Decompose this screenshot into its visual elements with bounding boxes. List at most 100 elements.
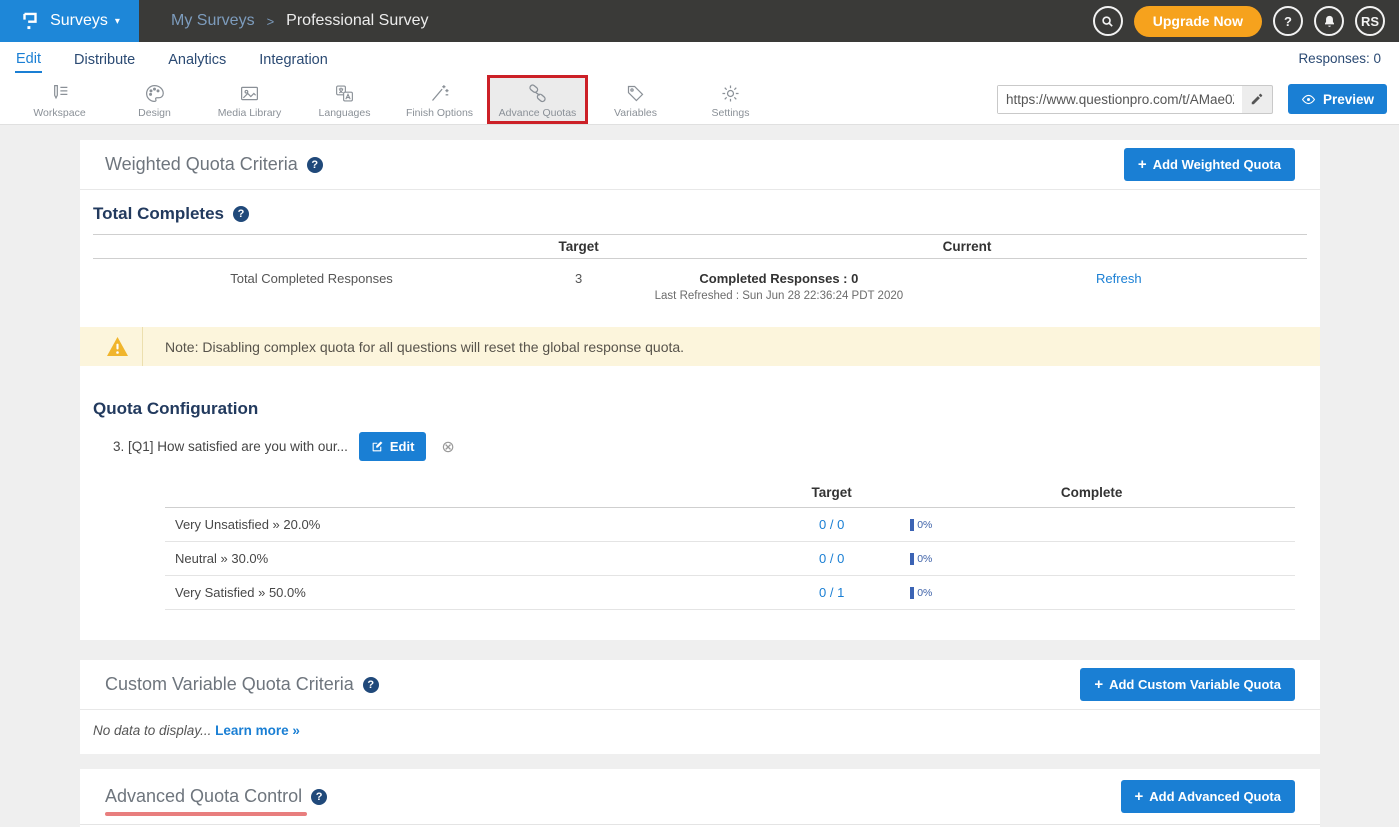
preview-label: Preview [1323, 92, 1374, 107]
weighted-quota-title: Weighted Quota Criteria [105, 154, 298, 175]
progress-percent: 0% [917, 519, 932, 531]
custom-variable-quota-card: Custom Variable Quota Criteria ? + Add C… [80, 660, 1320, 754]
tab-analytics[interactable]: Analytics [167, 46, 227, 72]
toolbar-label: Finish Options [406, 107, 473, 119]
quota-target-link[interactable]: 0 / 1 [775, 585, 888, 600]
tab-integration[interactable]: Integration [258, 46, 329, 72]
user-avatar[interactable]: RS [1355, 6, 1385, 36]
breadcrumb-current-survey: Professional Survey [286, 12, 428, 30]
add-weighted-quota-button[interactable]: + Add Weighted Quota [1124, 148, 1295, 181]
toolbar-label: Design [138, 107, 171, 119]
help-icon: ? [1284, 14, 1292, 29]
preview-button[interactable]: Preview [1288, 84, 1387, 114]
annotation-underline [105, 812, 307, 816]
palette-icon [144, 83, 165, 104]
tab-distribute[interactable]: Distribute [73, 46, 136, 72]
toolbar-item-settings[interactable]: Settings [683, 75, 778, 124]
search-button[interactable] [1093, 6, 1123, 36]
quota-complete-cell: 0% [888, 553, 1295, 565]
note-divider [142, 327, 143, 366]
breadcrumb-separator: > [267, 14, 275, 29]
add-advanced-quota-button[interactable]: + Add Advanced Quota [1121, 780, 1295, 813]
toolbar-item-workspace[interactable]: Workspace [12, 75, 107, 124]
toolbar-label: Advance Quotas [499, 107, 577, 119]
toolbar-item-finish-options[interactable]: Finish Options [392, 75, 487, 124]
toolbar-label: Variables [614, 107, 657, 119]
table-row: Very Unsatisfied » 20.0% 0 / 0 0% [165, 508, 1295, 542]
topbar-actions: Upgrade Now ? RS [1093, 6, 1399, 37]
help-circle-icon[interactable]: ? [311, 789, 327, 805]
current-cell: Completed Responses : 0 Last Refreshed :… [627, 271, 931, 302]
progress-bar [910, 587, 914, 599]
quota-option-label: Neutral » 30.0% [165, 551, 775, 566]
workspace-icon [49, 83, 70, 104]
help-circle-icon[interactable]: ? [363, 677, 379, 693]
notifications-button[interactable] [1314, 6, 1344, 36]
no-data-text: No data to display... [93, 723, 211, 738]
quota-option-label: Very Unsatisfied » 20.0% [165, 517, 775, 532]
toolbar-label: Settings [712, 107, 750, 119]
advanced-quota-title-wrap: Advanced Quota Control ? [105, 786, 327, 807]
help-circle-icon[interactable]: ? [233, 206, 249, 222]
note-text: Note: Disabling complex quota for all qu… [165, 339, 684, 355]
breadcrumb-my-surveys[interactable]: My Surveys [171, 12, 255, 30]
eye-icon [1301, 92, 1316, 107]
toolbar-item-advance-quotas[interactable]: Advance Quotas [487, 75, 588, 124]
edit-pencil-square-icon [371, 440, 384, 453]
progress-bar [910, 553, 914, 565]
add-advanced-quota-label: Add Advanced Quota [1149, 789, 1281, 804]
toolbar-label: Languages [319, 107, 371, 119]
help-circle-icon[interactable]: ? [307, 157, 323, 173]
weighted-quota-title-wrap: Weighted Quota Criteria ? [105, 154, 323, 175]
avatar-initials: RS [1361, 14, 1379, 29]
product-menu[interactable]: Surveys ▾ [0, 0, 139, 42]
survey-url-input[interactable] [998, 86, 1242, 113]
help-button[interactable]: ? [1273, 6, 1303, 36]
bell-icon [1322, 14, 1337, 29]
toolbar-item-languages[interactable]: Languages [297, 75, 392, 124]
toolbar-label: Media Library [218, 107, 282, 119]
chain-link-icon [527, 83, 548, 104]
total-completes-table: Target Current Total Completed Responses… [93, 234, 1307, 316]
toolbar-item-media-library[interactable]: Media Library [202, 75, 297, 124]
progress-bar [910, 519, 914, 531]
quota-target-link[interactable]: 0 / 0 [775, 551, 888, 566]
weighted-quota-header: Weighted Quota Criteria ? + Add Weighted… [80, 140, 1320, 190]
survey-url-group [997, 85, 1273, 114]
quota-complete-cell: 0% [888, 587, 1295, 599]
edit-toolbar: Workspace Design Media Library Lang [0, 75, 1399, 125]
total-completes-table-header: Target Current [93, 234, 1307, 259]
edit-quota-button[interactable]: Edit [359, 432, 427, 461]
advanced-quota-title: Advanced Quota Control [105, 786, 302, 807]
total-completes-title: Total Completes [93, 204, 224, 224]
quota-question-row: 3. [Q1] How satisfied are you with our..… [113, 432, 1320, 461]
edit-url-pencil-icon[interactable] [1242, 92, 1272, 106]
plus-icon: + [1138, 156, 1147, 173]
custom-variable-quota-body: No data to display... Learn more » [80, 710, 1320, 754]
product-menu-label: Surveys [50, 12, 108, 30]
note-banner: Note: Disabling complex quota for all qu… [80, 327, 1320, 366]
quota-configuration-table: Target Complete Very Unsatisfied » 20.0%… [165, 477, 1295, 640]
tag-icon [625, 83, 646, 104]
toolbar-item-variables[interactable]: Variables [588, 75, 683, 124]
custom-variable-quota-header: Custom Variable Quota Criteria ? + Add C… [80, 660, 1320, 710]
table-row: Total Completed Responses 3 Completed Re… [93, 259, 1307, 316]
tab-edit[interactable]: Edit [15, 45, 42, 73]
main-content: Weighted Quota Criteria ? + Add Weighted… [0, 125, 1399, 827]
upgrade-now-button[interactable]: Upgrade Now [1134, 6, 1262, 37]
edit-button-label: Edit [390, 439, 415, 454]
remove-quota-icon[interactable]: ⊗ [441, 437, 454, 457]
learn-more-link[interactable]: Learn more » [215, 723, 300, 738]
add-custom-variable-quota-button[interactable]: + Add Custom Variable Quota [1080, 668, 1295, 701]
custom-variable-quota-title: Custom Variable Quota Criteria [105, 674, 354, 695]
table-row: Very Satisfied » 50.0% 0 / 1 0% [165, 576, 1295, 610]
plus-icon: + [1135, 788, 1144, 805]
weighted-quota-card: Weighted Quota Criteria ? + Add Weighted… [80, 140, 1320, 640]
toolbar-item-design[interactable]: Design [107, 75, 202, 124]
gear-icon [720, 83, 741, 104]
progress-percent: 0% [917, 587, 932, 599]
quota-option-label: Very Satisfied » 50.0% [165, 585, 775, 600]
refresh-link[interactable]: Refresh [1096, 271, 1142, 286]
quota-question-label: 3. [Q1] How satisfied are you with our..… [113, 439, 348, 454]
quota-target-link[interactable]: 0 / 0 [775, 517, 888, 532]
